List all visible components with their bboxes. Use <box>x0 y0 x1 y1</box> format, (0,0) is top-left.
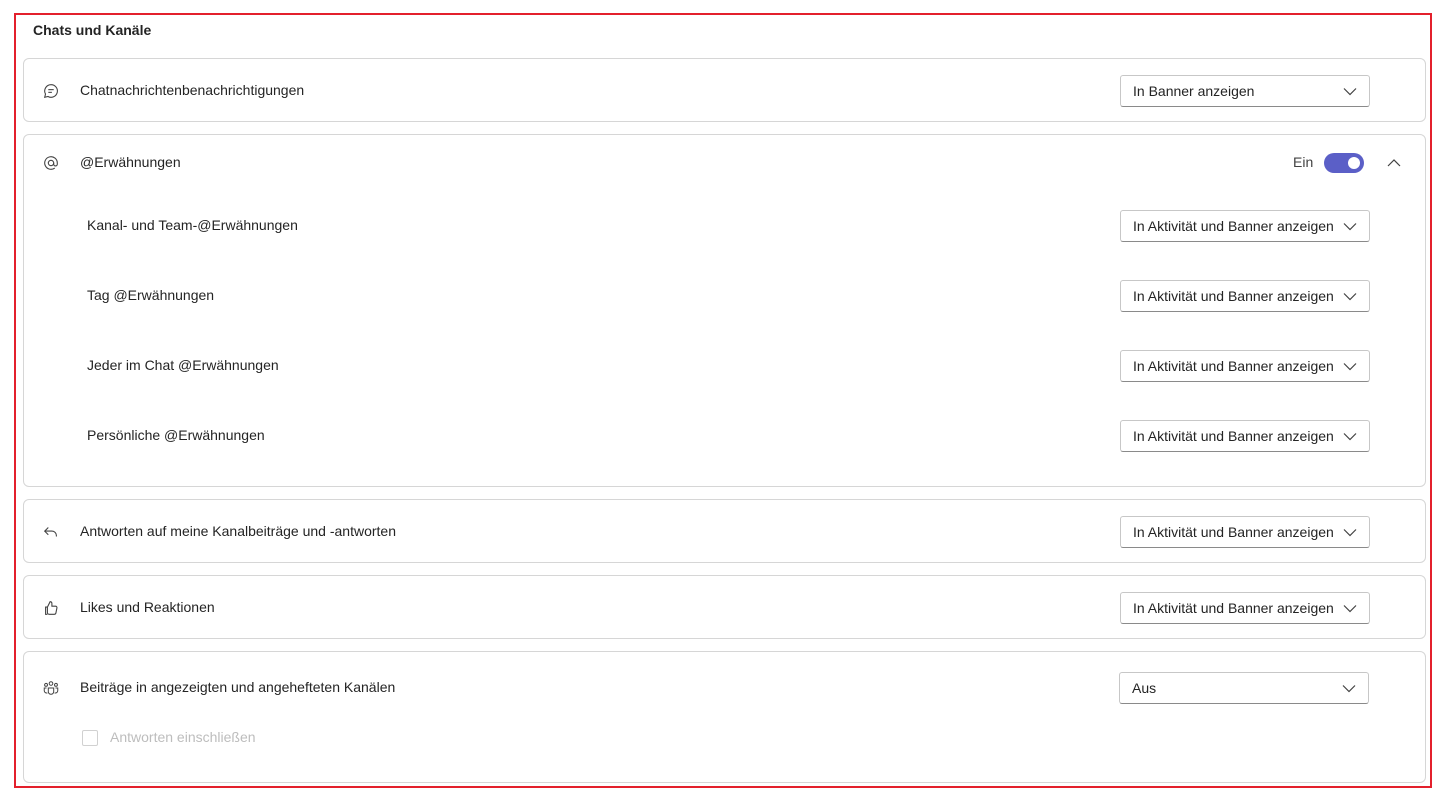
replies-row: Antworten auf meine Kanalbeiträge und -a… <box>24 516 1425 548</box>
mention-item-dropdown[interactable]: In Aktivität und Banner anzeigen <box>1120 280 1370 312</box>
chevron-down-icon <box>1343 529 1357 537</box>
include-replies-label: Antworten einschließen <box>110 729 256 745</box>
mention-item-row: Tag @Erwähnungen In Aktivität und Banner… <box>24 280 1425 312</box>
replies-card: Antworten auf meine Kanalbeiträge und -a… <box>23 499 1426 563</box>
chat-messages-row: Chatnachrichtenbenachrichtigungen In Ban… <box>24 75 1425 107</box>
mention-item-dropdown-value: In Aktivität und Banner anzeigen <box>1133 428 1334 444</box>
channel-posts-dropdown-value: Aus <box>1132 680 1157 696</box>
chevron-down-icon <box>1343 605 1357 613</box>
channel-posts-label: Beiträge in angezeigten und angehefteten… <box>80 679 396 695</box>
mentions-card: @Erwähnungen Ein Kanal- und Team-@Erwähn… <box>23 134 1426 487</box>
chat-messages-dropdown-value: In Banner anzeigen <box>1133 83 1255 99</box>
include-replies-checkbox[interactable] <box>82 730 98 746</box>
mention-item-dropdown-value: In Aktivität und Banner anzeigen <box>1133 358 1334 374</box>
mention-item-row: Kanal- und Team-@Erwähnungen In Aktivitä… <box>24 210 1425 242</box>
replies-dropdown[interactable]: In Aktivität und Banner anzeigen <box>1120 516 1370 548</box>
chevron-down-icon <box>1342 685 1356 693</box>
chat-messages-card: Chatnachrichtenbenachrichtigungen In Ban… <box>23 58 1426 122</box>
chat-bubble-icon <box>40 81 62 101</box>
mention-item-row: Jeder im Chat @Erwähnungen In Aktivität … <box>24 350 1425 382</box>
mentions-header-row: @Erwähnungen Ein <box>24 147 1425 179</box>
replies-dropdown-value: In Aktivität und Banner anzeigen <box>1133 524 1334 540</box>
likes-dropdown-value: In Aktivität und Banner anzeigen <box>1133 600 1334 616</box>
mentions-label: @Erwähnungen <box>80 154 181 170</box>
mentions-toggle-label: Ein <box>1293 154 1314 170</box>
at-sign-icon <box>40 153 62 173</box>
chevron-down-icon <box>1343 223 1357 231</box>
channel-posts-card: Beiträge in angezeigten und angehefteten… <box>23 651 1426 783</box>
include-replies-row: Antworten einschließen <box>24 722 1425 754</box>
section-title: Chats und Kanäle <box>33 22 152 38</box>
likes-label: Likes und Reaktionen <box>80 599 215 615</box>
mention-item-dropdown[interactable]: In Aktivität und Banner anzeigen <box>1120 210 1370 242</box>
people-team-icon <box>40 678 62 698</box>
chevron-down-icon <box>1343 88 1357 96</box>
likes-row: Likes und Reaktionen In Aktivität und Ba… <box>24 592 1425 624</box>
replies-label: Antworten auf meine Kanalbeiträge und -a… <box>80 523 396 539</box>
mention-item-label: Jeder im Chat @Erwähnungen <box>87 357 279 373</box>
thumbs-up-icon <box>40 598 62 618</box>
toggle-knob <box>1348 157 1360 169</box>
reply-arrow-icon <box>40 522 62 542</box>
likes-dropdown[interactable]: In Aktivität und Banner anzeigen <box>1120 592 1370 624</box>
chat-messages-dropdown[interactable]: In Banner anzeigen <box>1120 75 1370 107</box>
mention-item-dropdown-value: In Aktivität und Banner anzeigen <box>1133 288 1334 304</box>
mention-item-dropdown[interactable]: In Aktivität und Banner anzeigen <box>1120 420 1370 452</box>
chevron-down-icon <box>1343 363 1357 371</box>
channel-posts-dropdown[interactable]: Aus <box>1119 672 1369 704</box>
chevron-up-icon <box>1387 159 1401 167</box>
mention-item-label: Persönliche @Erwähnungen <box>87 427 265 443</box>
chevron-down-icon <box>1343 293 1357 301</box>
channel-posts-row: Beiträge in angezeigten und angehefteten… <box>24 672 1425 704</box>
mention-item-row: Persönliche @Erwähnungen In Aktivität un… <box>24 420 1425 452</box>
likes-card: Likes und Reaktionen In Aktivität und Ba… <box>23 575 1426 639</box>
chevron-down-icon <box>1343 433 1357 441</box>
chat-messages-label: Chatnachrichtenbenachrichtigungen <box>80 82 305 98</box>
mentions-toggle[interactable] <box>1324 153 1364 173</box>
mention-item-label: Tag @Erwähnungen <box>87 287 215 303</box>
mention-item-label: Kanal- und Team-@Erwähnungen <box>87 217 298 233</box>
mention-item-dropdown[interactable]: In Aktivität und Banner anzeigen <box>1120 350 1370 382</box>
collapse-button[interactable] <box>1384 153 1404 173</box>
mention-item-dropdown-value: In Aktivität und Banner anzeigen <box>1133 218 1334 234</box>
